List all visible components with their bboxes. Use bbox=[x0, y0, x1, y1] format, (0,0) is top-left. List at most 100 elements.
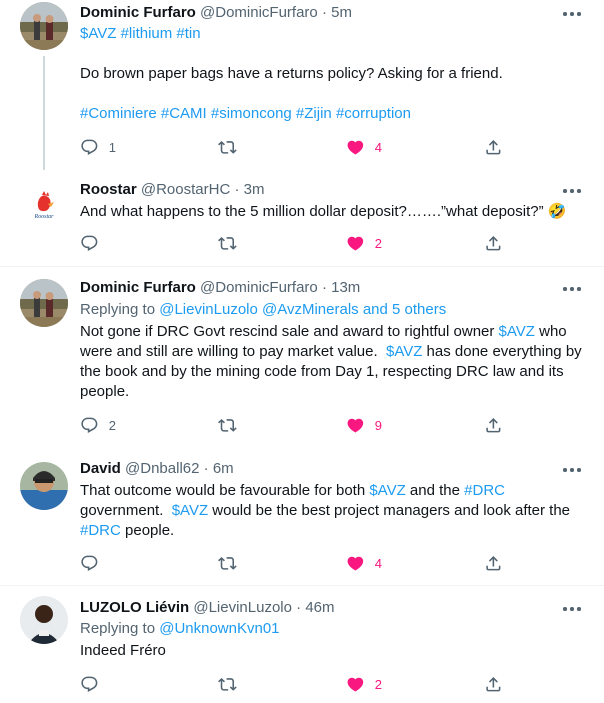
text-segment: people. bbox=[120, 522, 175, 539]
reply-button[interactable]: 2 bbox=[80, 415, 116, 435]
share-icon bbox=[484, 416, 503, 435]
share-button[interactable] bbox=[484, 137, 503, 157]
tweet[interactable]: Roostar Roostar @RoostarHC · 3m And what… bbox=[0, 170, 604, 265]
timestamp[interactable]: 13m bbox=[331, 279, 360, 296]
tweet-text: And what happens to the 5 million dollar… bbox=[80, 203, 567, 220]
like-count: 2 bbox=[374, 235, 382, 251]
username[interactable]: @Dnball62 bbox=[125, 460, 199, 477]
avatar[interactable] bbox=[20, 462, 68, 510]
tweet[interactable]: LUZOLO Liévin @LievinLuzolo · 46m Replyi… bbox=[0, 586, 604, 703]
hashtags-line[interactable]: #Cominiere #CAMI #simoncong #Zijin #corr… bbox=[80, 105, 411, 122]
display-name[interactable]: Dominic Furfaro bbox=[80, 279, 196, 296]
display-name[interactable]: Roostar bbox=[80, 181, 137, 198]
text-line: were and still are willing to pay market… bbox=[80, 342, 585, 362]
reply-button[interactable] bbox=[80, 233, 99, 253]
timestamp[interactable]: 46m bbox=[305, 599, 334, 616]
reply-count: 1 bbox=[108, 139, 116, 155]
heart-icon bbox=[346, 234, 365, 253]
share-button[interactable] bbox=[484, 553, 503, 573]
more-icon[interactable] bbox=[562, 7, 582, 21]
replying-to: Replying to @LievinLuzolo @AvzMinerals a… bbox=[80, 300, 446, 320]
username[interactable]: @RoostarHC bbox=[141, 181, 230, 198]
separator-dot: · bbox=[234, 181, 240, 198]
tweet-header: Dominic Furfaro @DominicFurfaro · 5m bbox=[80, 3, 352, 23]
tweet-text: Indeed Fréro bbox=[80, 642, 166, 659]
text-segment: and the bbox=[405, 482, 465, 499]
retweet-icon bbox=[218, 234, 237, 253]
action-bar: 2 bbox=[80, 674, 510, 694]
text-line: the book and by the mining code from Day… bbox=[80, 363, 564, 380]
tweet-text: Do brown paper bags have a returns polic… bbox=[80, 65, 503, 82]
more-icon[interactable] bbox=[562, 602, 582, 616]
share-button[interactable] bbox=[484, 674, 503, 694]
text-segment: who bbox=[534, 323, 567, 340]
text-line: #DRC people. bbox=[80, 521, 585, 541]
hashtag-link[interactable]: #DRC bbox=[80, 522, 121, 539]
retweet-button[interactable] bbox=[218, 553, 237, 573]
text-segment: were and still are willing to pay market… bbox=[80, 343, 386, 360]
reply-icon bbox=[80, 234, 99, 253]
retweet-icon bbox=[218, 416, 237, 435]
more-icon[interactable] bbox=[562, 184, 582, 198]
reply-icon bbox=[80, 416, 99, 435]
reply-button[interactable]: 1 bbox=[80, 137, 116, 157]
text-segment: That outcome would be favourable for bot… bbox=[80, 482, 370, 499]
avatar[interactable] bbox=[20, 596, 68, 644]
reply-icon bbox=[80, 554, 99, 573]
cashtag-link[interactable]: $AVZ bbox=[499, 323, 535, 340]
more-icon[interactable] bbox=[562, 463, 582, 477]
tweet-hashtags[interactable]: #Cominiere #CAMI #simoncong #Zijin #corr… bbox=[80, 104, 585, 124]
tweet[interactable]: David @Dnball62 · 6m That outcome would … bbox=[0, 452, 604, 582]
tweet-cashtags[interactable]: $AVZ #lithium #tin bbox=[80, 24, 585, 44]
username[interactable]: @DominicFurfaro bbox=[200, 4, 318, 21]
tweet-header: LUZOLO Liévin @LievinLuzolo · 46m bbox=[80, 598, 335, 618]
retweet-button[interactable] bbox=[218, 137, 237, 157]
like-count: 4 bbox=[374, 139, 382, 155]
display-name[interactable]: Dominic Furfaro bbox=[80, 4, 196, 21]
share-button[interactable] bbox=[484, 415, 503, 435]
more-icon[interactable] bbox=[562, 282, 582, 296]
like-button[interactable]: 9 bbox=[346, 415, 382, 435]
timestamp[interactable]: 3m bbox=[244, 181, 265, 198]
display-name[interactable]: LUZOLO Liévin bbox=[80, 599, 189, 616]
retweet-button[interactable] bbox=[218, 415, 237, 435]
replying-to: Replying to @UnknownKvn01 bbox=[80, 619, 280, 639]
avatar[interactable] bbox=[20, 279, 68, 327]
tweet-header: Roostar @RoostarHC · 3m bbox=[80, 180, 264, 200]
text-line: Not gone if DRC Govt rescind sale and aw… bbox=[80, 322, 585, 342]
retweet-icon bbox=[218, 675, 237, 694]
separator-dot: · bbox=[203, 460, 209, 477]
tweet-text: That outcome would be favourable for bot… bbox=[80, 481, 585, 541]
reply-count: 2 bbox=[108, 417, 116, 433]
avatar[interactable]: Roostar bbox=[20, 180, 68, 228]
replying-to-users[interactable]: @LievinLuzolo @AvzMinerals and 5 others bbox=[159, 301, 446, 318]
retweet-icon bbox=[218, 554, 237, 573]
cashtag-link[interactable]: $AVZ bbox=[386, 343, 422, 360]
reply-button[interactable] bbox=[80, 553, 99, 573]
tweet-text: Not gone if DRC Govt rescind sale and aw… bbox=[80, 322, 585, 402]
avatar[interactable] bbox=[20, 2, 68, 50]
reply-button[interactable] bbox=[80, 674, 99, 694]
heart-icon bbox=[346, 138, 365, 157]
share-icon bbox=[484, 675, 503, 694]
username[interactable]: @DominicFurfaro bbox=[200, 279, 318, 296]
display-name[interactable]: David bbox=[80, 460, 121, 477]
cashtag-link[interactable]: $AVZ bbox=[369, 482, 405, 499]
share-icon bbox=[484, 138, 503, 157]
like-button[interactable]: 2 bbox=[346, 674, 382, 694]
tags-line[interactable]: $AVZ #lithium #tin bbox=[80, 25, 201, 42]
retweet-button[interactable] bbox=[218, 233, 237, 253]
timestamp[interactable]: 6m bbox=[213, 460, 234, 477]
timestamp[interactable]: 5m bbox=[331, 4, 352, 21]
hashtag-link[interactable]: #DRC bbox=[464, 482, 505, 499]
cashtag-link[interactable]: $AVZ bbox=[172, 502, 208, 519]
retweet-button[interactable] bbox=[218, 674, 237, 694]
like-button[interactable]: 4 bbox=[346, 137, 382, 157]
tweet[interactable]: Dominic Furfaro @DominicFurfaro · 5m $AV… bbox=[0, 0, 604, 170]
share-button[interactable] bbox=[484, 233, 503, 253]
like-button[interactable]: 4 bbox=[346, 553, 382, 573]
replying-to-users[interactable]: @UnknownKvn01 bbox=[159, 620, 279, 637]
like-button[interactable]: 2 bbox=[346, 233, 382, 253]
username[interactable]: @LievinLuzolo bbox=[193, 599, 292, 616]
tweet[interactable]: Dominic Furfaro @DominicFurfaro · 13m Re… bbox=[0, 267, 604, 452]
